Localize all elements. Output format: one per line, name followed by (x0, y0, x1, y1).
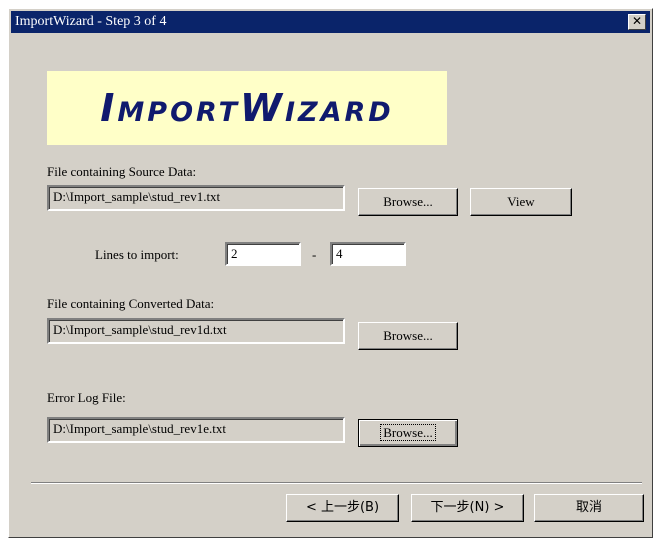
error-log-browse-label: Browse... (380, 424, 436, 441)
view-button[interactable]: View (470, 188, 572, 216)
window-title: ImportWizard - Step 3 of 4 (15, 14, 167, 29)
cancel-button[interactable]: 取消 (534, 494, 644, 522)
error-log-browse-button[interactable]: Browse... (358, 419, 458, 447)
view-label: View (507, 194, 535, 209)
back-label: < 上一步(B) (305, 500, 380, 515)
error-log-label: Error Log File: (47, 390, 126, 405)
source-browse-button[interactable]: Browse... (358, 188, 458, 216)
next-label: 下一步(N) > (430, 500, 505, 515)
source-data-label: File containing Source Data: (47, 164, 197, 179)
logo-text: ImportWizard (100, 86, 394, 130)
lines-to-import-label: Lines to import: (95, 247, 179, 262)
converted-data-label: File containing Converted Data: (47, 296, 215, 311)
back-button[interactable]: < 上一步(B) (286, 494, 399, 522)
converted-browse-button[interactable]: Browse... (358, 322, 458, 350)
source-browse-label: Browse... (383, 194, 433, 209)
converted-file-field[interactable]: D:\Import_sample\stud_rev1d.txt (47, 318, 345, 344)
source-file-field[interactable]: D:\Import_sample\stud_rev1.txt (47, 185, 345, 211)
footer-separator (31, 482, 642, 484)
import-wizard-dialog: ImportWizard - Step 3 of 4 ✕ ImportWizar… (8, 8, 653, 538)
cancel-label: 取消 (575, 500, 602, 515)
title-bar: ImportWizard - Step 3 of 4 ✕ (11, 11, 650, 33)
converted-browse-label: Browse... (383, 328, 433, 343)
close-icon: ✕ (631, 14, 643, 28)
next-button[interactable]: 下一步(N) > (411, 494, 524, 522)
lines-from-input[interactable]: 2 (225, 242, 301, 266)
lines-range-separator: - (312, 247, 317, 262)
close-button[interactable]: ✕ (628, 14, 646, 30)
import-wizard-logo: ImportWizard (47, 71, 447, 145)
lines-to-input[interactable]: 4 (330, 242, 406, 266)
error-log-file-field[interactable]: D:\Import_sample\stud_rev1e.txt (47, 417, 345, 443)
